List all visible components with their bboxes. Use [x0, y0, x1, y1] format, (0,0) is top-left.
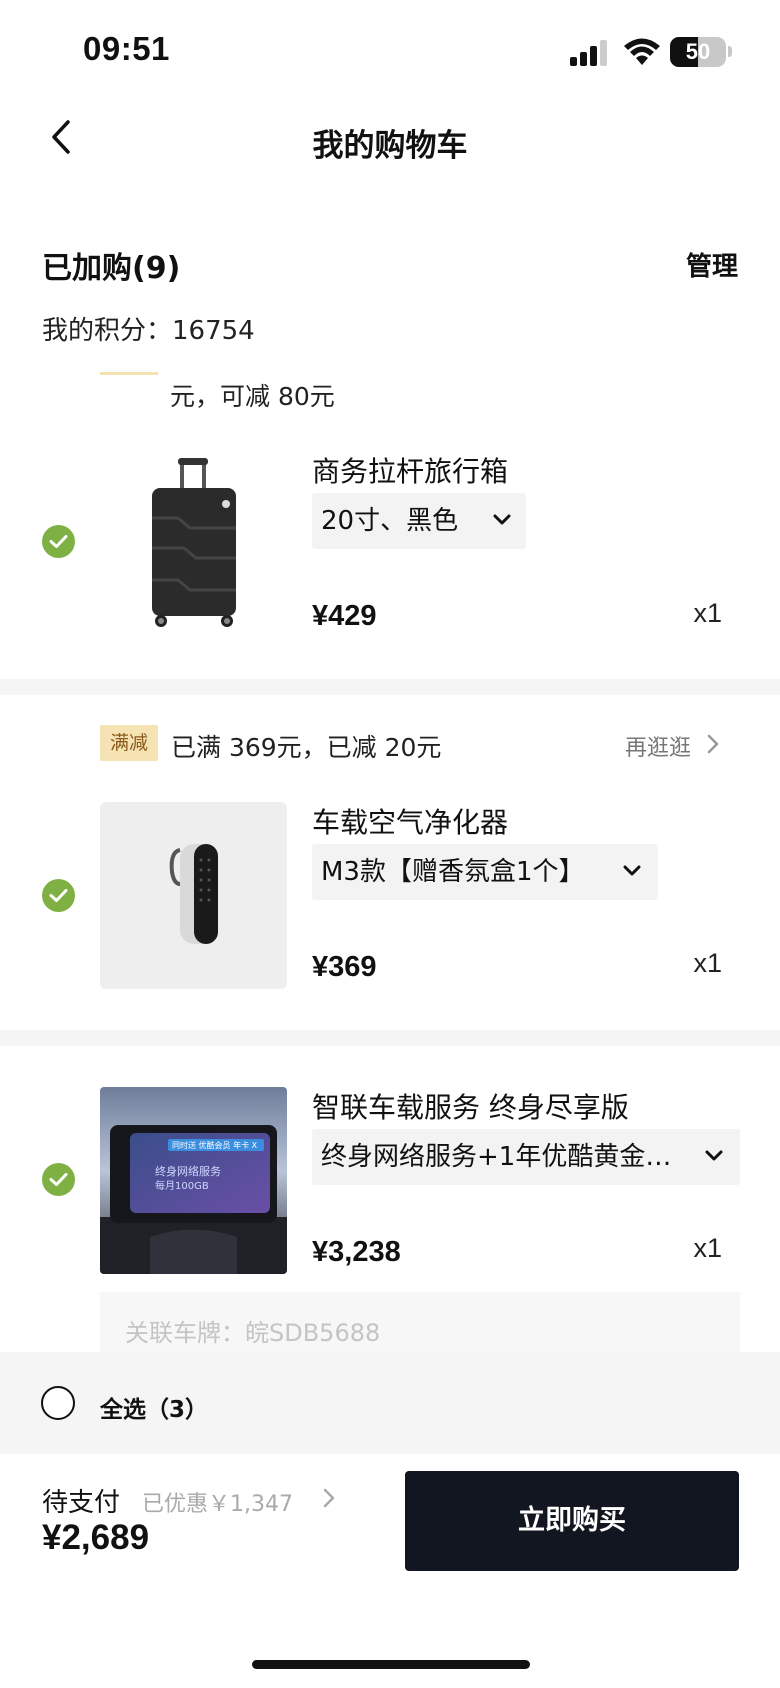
page-title: 我的购物车	[312, 128, 468, 164]
item-name[interactable]: 智联车载服务 终身尽享版	[312, 1086, 629, 1126]
chevron-down-icon	[493, 514, 511, 525]
battery-percent: 50	[685, 39, 711, 64]
spec-text: 20寸、黑色	[321, 506, 459, 536]
chevron-right-icon[interactable]	[706, 733, 720, 755]
item-name[interactable]: 车载空气净化器	[312, 801, 508, 841]
spec-selector[interactable]: M3款【赠香氛盒1个】	[312, 844, 658, 900]
item-checkbox[interactable]	[42, 879, 75, 912]
discount-tag: 满减	[100, 725, 158, 761]
spec-text: M3款【赠香氛盒1个】	[321, 857, 585, 887]
item-checkbox[interactable]	[42, 1163, 75, 1196]
promo-text: 元，可减 80元	[170, 382, 335, 411]
air-purifier-image[interactable]	[100, 802, 287, 989]
license-plate-text: 关联车牌：皖SDB5688	[125, 1319, 381, 1347]
item-quantity[interactable]: x1	[693, 948, 722, 979]
car-screen-image[interactable]: 同时送 优酷会员 年卡 X 终身网络服务 每月100GB	[100, 1087, 287, 1274]
browse-more-link[interactable]: 再逛逛	[625, 730, 691, 762]
item-quantity[interactable]: x1	[693, 598, 722, 629]
total-amount: ¥2,689	[42, 1518, 150, 1557]
suitcase-illustration	[152, 458, 236, 627]
screen-line2: 每月100GB	[155, 1179, 209, 1192]
spec-text: 终身网络服务+1年优酷黄金会员	[321, 1142, 691, 1172]
checkmark-icon	[49, 535, 68, 548]
status-time: 09:51	[83, 30, 170, 67]
chevron-down-icon	[705, 1150, 723, 1161]
battery-tip	[728, 46, 732, 57]
chevron-right-icon[interactable]	[322, 1487, 336, 1509]
points-info: 我的积分：16754	[42, 310, 255, 347]
item-price: ¥429	[312, 600, 377, 632]
cart-count-header: 已加购(9)	[42, 251, 181, 286]
home-indicator	[252, 1660, 530, 1669]
air-purifier-illustration	[169, 844, 218, 944]
item-quantity[interactable]: x1	[693, 1233, 722, 1264]
section-divider	[0, 1030, 780, 1046]
battery-icon: 50	[670, 37, 726, 67]
item-price: ¥3,238	[312, 1236, 401, 1268]
item-name[interactable]: 商务拉杆旅行箱	[312, 450, 508, 490]
status-bar: 09:51 50	[0, 0, 780, 100]
promo-text: 已满 369元，已减 20元	[171, 733, 442, 762]
screen-badge: 同时送 优酷会员 年卡 X	[172, 1140, 258, 1150]
chevron-down-icon	[623, 865, 641, 876]
checkmark-icon	[49, 889, 68, 902]
spec-selector[interactable]: 20寸、黑色	[312, 493, 526, 549]
suitcase-image[interactable]	[100, 450, 287, 637]
promo-tag-edge	[100, 372, 158, 375]
spec-selector[interactable]: 终身网络服务+1年优酷黄金会员	[312, 1129, 740, 1185]
pay-label: 待支付	[42, 1488, 121, 1518]
discount-summary[interactable]: 已优惠￥1,347	[142, 1486, 293, 1518]
buy-now-button[interactable]: 立即购买	[405, 1471, 739, 1571]
select-all-label[interactable]: 全选（3）	[100, 1390, 208, 1424]
checkmark-icon	[49, 1173, 68, 1186]
points-value: 16754	[172, 316, 255, 346]
manage-button[interactable]: 管理	[686, 246, 738, 283]
item-checkbox[interactable]	[42, 525, 75, 558]
points-label: 我的积分：	[42, 316, 173, 346]
cellular-signal-icon	[570, 40, 607, 66]
screen-line1: 终身网络服务	[155, 1164, 221, 1178]
select-all-radio[interactable]	[41, 1386, 75, 1420]
car-screen-illustration: 同时送 优酷会员 年卡 X 终身网络服务 每月100GB	[100, 1087, 287, 1274]
section-divider	[0, 679, 780, 695]
item-price: ¥369	[312, 951, 377, 983]
wifi-icon	[624, 38, 660, 65]
